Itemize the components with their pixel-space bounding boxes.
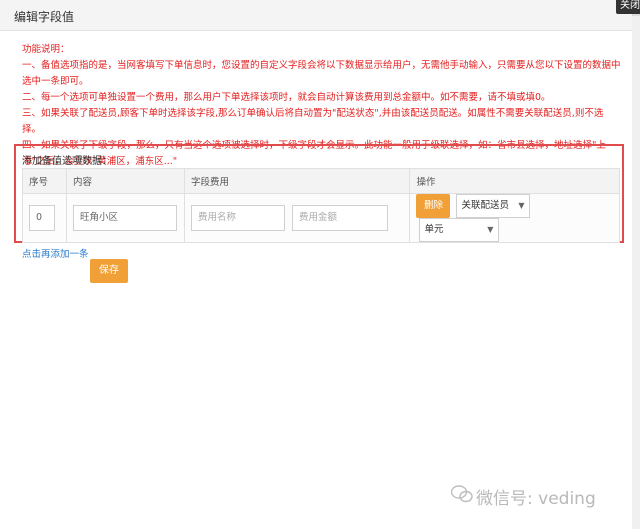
fee-name-input[interactable]: 费用名称 [190, 205, 285, 231]
column-header-actions: 操作 [409, 168, 620, 194]
wechat-icon [451, 485, 473, 503]
watermark-text: 微信号: veding [476, 489, 596, 509]
table-row: 0 旺角小区 费用名称 费用金额 删除 关联配送员 ▼ 单元 ▼ [22, 193, 620, 243]
save-button[interactable]: 保存 [90, 259, 128, 283]
column-header-fee: 字段费用 [183, 168, 411, 194]
chevron-down-icon: ▼ [518, 201, 525, 210]
add-row-link[interactable]: 点击再添加一条 [22, 246, 89, 260]
instruction-line: 二、每一个选项可单独设置一个费用，那么用户下单选择该项时，就会自动计算该费用到总… [22, 92, 551, 103]
dialog-title: 编辑字段值 [14, 10, 75, 24]
instructions-heading: 功能说明： [22, 44, 70, 55]
options-table: 序号 内容 字段费用 操作 0 旺角小区 费用名称 费用金额 删除 关联配送员 … [22, 168, 620, 243]
dialog-titlebar: 编辑字段值 [0, 0, 632, 31]
chevron-down-icon: ▼ [487, 225, 494, 234]
edit-field-values-dialog: 编辑字段值 功能说明： 一、备值选项指的是，当网客填写下单信息时，您设置的自定义… [0, 0, 633, 529]
fee-amount-input[interactable]: 费用金额 [291, 205, 388, 231]
table-header-row: 序号 内容 字段费用 操作 [22, 168, 620, 194]
content-input[interactable]: 旺角小区 [72, 205, 177, 231]
section-label: 添加备值选项数据： [22, 156, 112, 167]
delete-button[interactable]: 删除 [416, 194, 451, 218]
courier-select-value: 关联配送员 [461, 200, 509, 211]
unit-select[interactable]: 单元 ▼ [419, 218, 500, 242]
column-header-index: 序号 [22, 168, 67, 194]
column-header-content: 内容 [65, 168, 185, 194]
close-button[interactable]: 关闭 [616, 0, 640, 14]
scrollbar[interactable] [632, 16, 640, 529]
courier-select[interactable]: 关联配送员 ▼ [456, 194, 531, 218]
instruction-line: 三、如果关联了配送员,顾客下单时选择该字段,那么订单确认后将自动置为"配送状态"… [22, 108, 604, 135]
instruction-line: 一、备值选项指的是，当网客填写下单信息时，您设置的自定义字段会将以下数据显示给用… [22, 60, 621, 87]
index-input[interactable]: 0 [29, 205, 55, 231]
unit-select-value: 单元 [424, 224, 444, 235]
